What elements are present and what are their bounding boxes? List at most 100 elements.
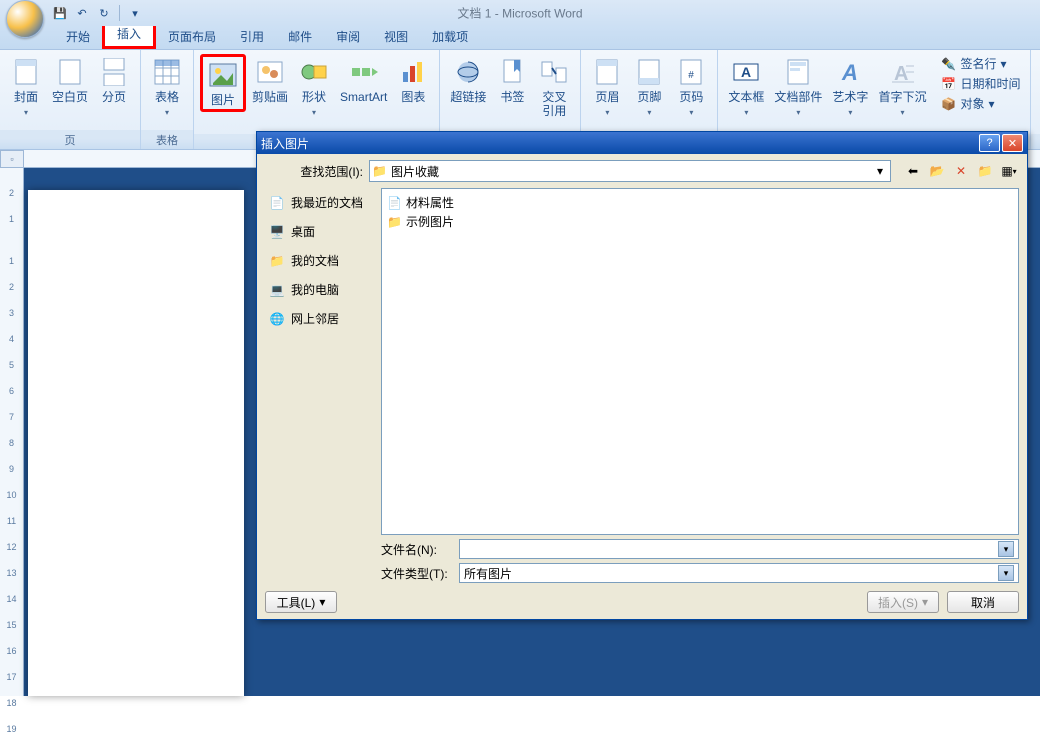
- quick-parts-icon: [782, 56, 814, 88]
- help-button[interactable]: ?: [979, 134, 1000, 152]
- signature-icon: ✒️: [940, 56, 956, 72]
- shapes-button[interactable]: 形状▾: [294, 54, 334, 121]
- dialog-titlebar[interactable]: 插入图片 ? ✕: [257, 132, 1027, 154]
- qat-dropdown-icon[interactable]: ▾: [125, 3, 145, 23]
- bookmark-icon: [496, 56, 528, 88]
- tab-home[interactable]: 开始: [54, 24, 102, 49]
- filename-label: 文件名(N):: [381, 541, 453, 558]
- wordart-icon: A: [834, 56, 866, 88]
- tab-references[interactable]: 引用: [228, 24, 276, 49]
- computer-icon: 💻: [269, 282, 285, 298]
- quick-access-toolbar: 💾 ↶ ↻ ▾: [50, 3, 145, 23]
- page-number-button[interactable]: # 页码▾: [671, 54, 711, 121]
- header-button[interactable]: 页眉▾: [587, 54, 627, 121]
- office-button[interactable]: [6, 0, 44, 38]
- redo-icon[interactable]: ↻: [94, 3, 114, 23]
- table-button[interactable]: 表格▾: [147, 54, 187, 121]
- insert-picture-dialog: 插入图片 ? ✕ 查找范围(I): 📁 图片收藏 ▾ ⬅ 📂 ✕ 📁 ▦▾ 📄我…: [256, 131, 1028, 620]
- ribbon-tabs: 开始 插入 页面布局 引用 邮件 审阅 视图 加载项: [0, 26, 1040, 50]
- new-folder-icon: 📁: [978, 164, 993, 178]
- smartart-button[interactable]: SmartArt: [336, 54, 391, 106]
- new-folder-button[interactable]: 📁: [975, 161, 995, 181]
- close-button[interactable]: ✕: [1002, 134, 1023, 152]
- dropcap-icon: A: [886, 56, 918, 88]
- lookin-combo[interactable]: 📁 图片收藏 ▾: [369, 160, 891, 182]
- footer-button[interactable]: 页脚▾: [629, 54, 669, 121]
- blank-page-icon: [54, 56, 86, 88]
- signature-line-button[interactable]: ✒️签名行 ▾: [936, 54, 1024, 73]
- header-icon: [591, 56, 623, 88]
- chevron-down-icon[interactable]: ▾: [998, 541, 1014, 557]
- up-button[interactable]: 📂: [927, 161, 947, 181]
- desktop-icon: 🖥️: [269, 224, 285, 240]
- svg-text:#: #: [689, 70, 695, 81]
- object-icon: 📦: [940, 96, 956, 112]
- table-icon: [151, 56, 183, 88]
- page-break-button[interactable]: 分页: [94, 54, 134, 106]
- chevron-down-icon[interactable]: ▾: [998, 565, 1014, 581]
- tab-mailings[interactable]: 邮件: [276, 24, 324, 49]
- views-button[interactable]: ▦▾: [999, 161, 1019, 181]
- place-documents[interactable]: 📁我的文档: [267, 250, 373, 271]
- delete-icon: ✕: [956, 164, 966, 178]
- bookmark-button[interactable]: 书签: [492, 54, 532, 106]
- views-icon: ▦: [1001, 164, 1012, 178]
- chevron-down-icon[interactable]: ▾: [872, 164, 888, 178]
- textbox-button[interactable]: A 文本框▾: [724, 54, 768, 121]
- ribbon-group-pages: 封面▾ 空白页 分页 页: [0, 50, 141, 149]
- clipart-button[interactable]: 剪贴画: [248, 54, 292, 106]
- object-button[interactable]: 📦对象 ▾: [936, 94, 1024, 113]
- cross-ref-button[interactable]: 交叉 引用: [534, 54, 574, 121]
- tools-button[interactable]: 工具(L) ▾: [265, 591, 337, 613]
- blank-page-button[interactable]: 空白页: [48, 54, 92, 106]
- file-item-0[interactable]: 📄材料属性: [386, 193, 1014, 212]
- document-page[interactable]: [28, 190, 244, 696]
- tab-review[interactable]: 审阅: [324, 24, 372, 49]
- back-button[interactable]: ⬅: [903, 161, 923, 181]
- file-icon: 📄: [387, 196, 402, 210]
- save-icon[interactable]: 💾: [50, 3, 70, 23]
- lookin-label: 查找范围(I):: [265, 163, 363, 180]
- cancel-button[interactable]: 取消: [947, 591, 1019, 613]
- page-break-icon: [98, 56, 130, 88]
- dropcap-button[interactable]: A 首字下沉▾: [874, 54, 930, 121]
- tab-view[interactable]: 视图: [372, 24, 420, 49]
- place-recent[interactable]: 📄我最近的文档: [267, 192, 373, 213]
- place-computer[interactable]: 💻我的电脑: [267, 279, 373, 300]
- svg-text:A: A: [841, 60, 858, 84]
- undo-icon[interactable]: ↶: [72, 3, 92, 23]
- cover-page-button[interactable]: 封面▾: [6, 54, 46, 121]
- ruler-toggle[interactable]: ▫: [0, 150, 24, 168]
- network-icon: 🌐: [269, 311, 285, 327]
- wordart-button[interactable]: A 艺术字▾: [828, 54, 872, 121]
- help-icon: ?: [986, 137, 992, 149]
- vertical-ruler[interactable]: 2 1 1 2 3 4 5 6 7 8 9 10 11 12 13 14 15 …: [0, 168, 24, 696]
- insert-button[interactable]: 插入(S) ▾: [867, 591, 939, 613]
- file-item-1[interactable]: 📁示例图片: [386, 212, 1014, 231]
- tab-page-layout[interactable]: 页面布局: [156, 24, 228, 49]
- file-list[interactable]: 📄材料属性 📁示例图片: [381, 188, 1019, 535]
- quick-parts-button[interactable]: 文档部件▾: [770, 54, 826, 121]
- clipart-icon: [254, 56, 286, 88]
- filename-input[interactable]: ▾: [459, 539, 1019, 559]
- picture-button[interactable]: 图片: [200, 54, 246, 112]
- divider: [119, 5, 120, 21]
- cover-page-icon: [10, 56, 42, 88]
- back-icon: ⬅: [908, 164, 918, 178]
- ribbon-group-label: [1031, 134, 1040, 149]
- chart-icon: [397, 56, 429, 88]
- delete-button[interactable]: ✕: [951, 161, 971, 181]
- filetype-select[interactable]: 所有图片▾: [459, 563, 1019, 583]
- tab-addins[interactable]: 加载项: [420, 24, 480, 49]
- documents-icon: 📁: [269, 253, 285, 269]
- chart-button[interactable]: 图表: [393, 54, 433, 106]
- date-icon: 📅: [940, 76, 956, 92]
- textbox-icon: A: [730, 56, 762, 88]
- date-time-button[interactable]: 📅日期和时间: [936, 74, 1024, 93]
- place-network[interactable]: 🌐网上邻居: [267, 308, 373, 329]
- ribbon-group-symbols: π 公式▾: [1031, 50, 1040, 149]
- window-title: 文档 1 - Microsoft Word: [457, 5, 582, 22]
- hyperlink-button[interactable]: 超链接: [446, 54, 490, 106]
- places-bar: 📄我最近的文档 🖥️桌面 📁我的文档 💻我的电脑 🌐网上邻居: [265, 188, 375, 535]
- place-desktop[interactable]: 🖥️桌面: [267, 221, 373, 242]
